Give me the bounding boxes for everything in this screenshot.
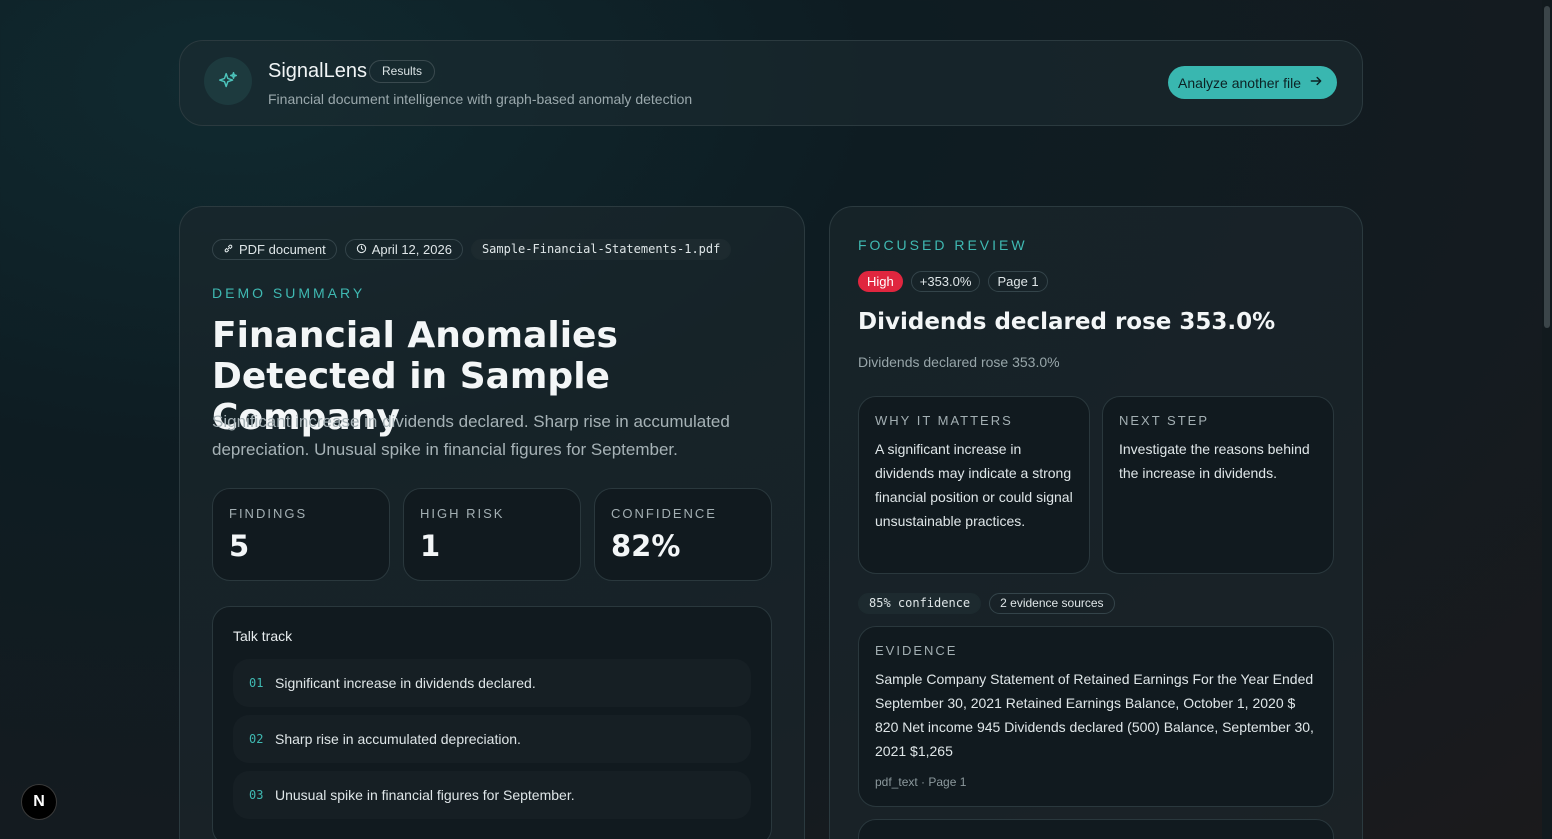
results-badge: Results	[369, 60, 436, 83]
focused-review-card: FOCUSED REVIEW High +353.0% Page 1 Divid…	[829, 206, 1363, 839]
severity-badge: High	[858, 271, 903, 292]
doc-type-label: PDF document	[239, 242, 326, 257]
doc-type-chip: PDF document	[212, 239, 337, 260]
talk-track-number: 02	[249, 732, 264, 746]
evidence-text: Sample Company Statement of Retained Ear…	[875, 671, 1314, 759]
filename-chip: Sample-Financial-Statements-1.pdf	[470, 239, 732, 260]
finding-title: Dividends declared rose 353.0%	[858, 309, 1276, 335]
link-icon	[223, 240, 234, 259]
talk-track-item: 03 Unusual spike in financial figures fo…	[233, 771, 751, 819]
stat-confidence: CONFIDENCE 82%	[594, 488, 772, 581]
why-text: A significant increase in dividends may …	[875, 441, 1073, 529]
talk-track-panel: Talk track 01 Significant increase in di…	[212, 606, 772, 839]
evidence-label: EVIDENCE	[875, 643, 958, 658]
scrollbar-thumb[interactable]	[1544, 6, 1550, 328]
page-scrollbar[interactable]	[1542, 0, 1552, 839]
stat-value: 5	[229, 529, 250, 563]
focused-review-eyebrow: FOCUSED REVIEW	[858, 237, 1028, 253]
confidence-chip: 85% confidence	[858, 593, 982, 614]
next-step-label: NEXT STEP	[1119, 413, 1210, 428]
talk-track-text: Unusual spike in financial figures for S…	[275, 787, 575, 803]
stat-value: 1	[420, 529, 441, 563]
stat-value: 82%	[611, 529, 681, 563]
analyze-button-label: Analyze another file	[1178, 74, 1301, 91]
arrow-right-icon	[1309, 74, 1323, 91]
date-chip: April 12, 2026	[344, 239, 463, 260]
stat-findings: FINDINGS 5	[212, 488, 390, 581]
why-it-matters-panel: WHY IT MATTERS A significant increase in…	[858, 396, 1090, 574]
stat-high-risk: HIGH RISK 1	[403, 488, 581, 581]
why-label: WHY IT MATTERS	[875, 413, 1013, 428]
date-label: April 12, 2026	[371, 242, 452, 257]
evidence-sources-chip: 2 evidence sources	[989, 593, 1115, 614]
app-header: SignalLens Results Financial document in…	[179, 40, 1363, 126]
evidence-panel-next	[858, 819, 1334, 839]
brand-tagline: Financial document intelligence with gra…	[268, 91, 693, 107]
next-step-text: Investigate the reasons behind the incre…	[1119, 441, 1310, 481]
finding-meta: 85% confidence 2 evidence sources	[858, 593, 1115, 614]
stat-label: CONFIDENCE	[611, 506, 717, 521]
summary-text: Significant increase in dividends declar…	[212, 412, 730, 459]
change-badge: +353.0%	[910, 271, 981, 292]
talk-track-item: 01 Significant increase in dividends dec…	[233, 659, 751, 707]
talk-track-item: 02 Sharp rise in accumulated depreciatio…	[233, 715, 751, 763]
evidence-source: pdf_text · Page 1	[875, 775, 967, 789]
sparkle-icon	[204, 57, 252, 105]
document-meta-chips: PDF document April 12, 2026 Sample-Finan…	[212, 239, 732, 260]
brand-name: SignalLens	[268, 60, 367, 82]
summary-eyebrow: DEMO SUMMARY	[212, 285, 366, 301]
talk-track-number: 03	[249, 788, 264, 802]
next-step-panel: NEXT STEP Investigate the reasons behind…	[1102, 396, 1334, 574]
stat-label: HIGH RISK	[420, 506, 505, 521]
finding-tags: High +353.0% Page 1	[858, 271, 1048, 292]
talk-track-text: Significant increase in dividends declar…	[275, 675, 536, 691]
framework-badge-letter: N	[33, 793, 45, 810]
next-logo-icon[interactable]: N	[21, 784, 57, 820]
finding-subtitle: Dividends declared rose 353.0%	[858, 354, 1060, 370]
clock-icon	[356, 240, 367, 259]
evidence-panel: EVIDENCE Sample Company Statement of Ret…	[858, 626, 1334, 807]
talk-track-number: 01	[249, 676, 264, 690]
analyze-another-file-button[interactable]: Analyze another file	[1168, 66, 1337, 99]
talk-track-text: Sharp rise in accumulated depreciation.	[275, 731, 521, 747]
talk-track-title: Talk track	[233, 628, 293, 644]
stat-label: FINDINGS	[229, 506, 308, 521]
summary-card: PDF document April 12, 2026 Sample-Finan…	[179, 206, 805, 839]
page-badge: Page 1	[988, 271, 1048, 292]
